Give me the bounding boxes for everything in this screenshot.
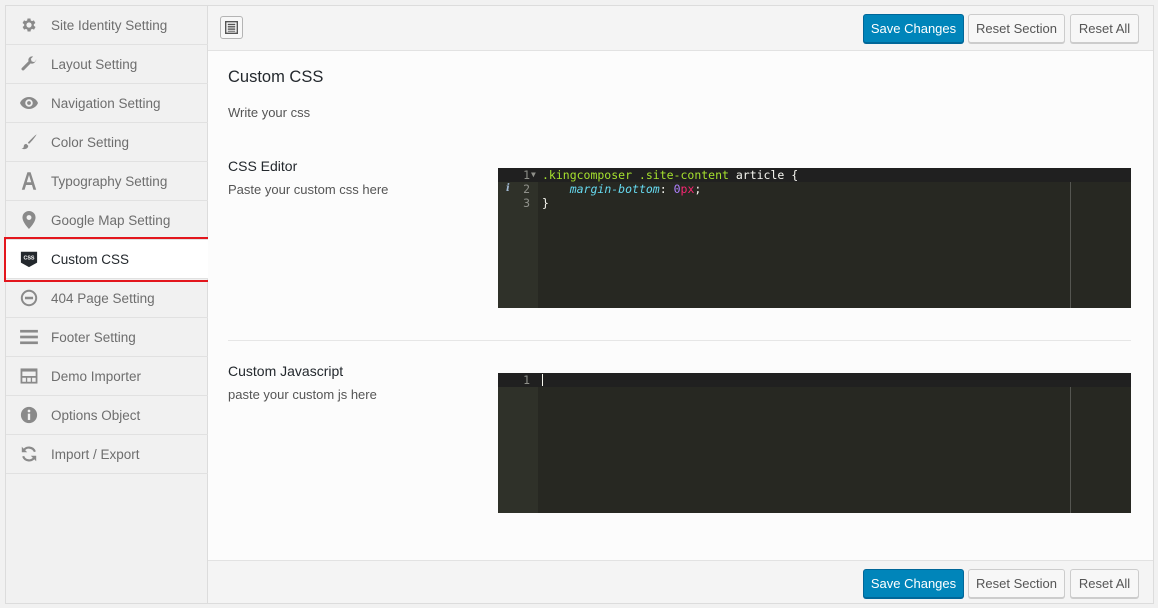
brush-icon <box>19 132 39 152</box>
print-margin <box>1070 387 1071 513</box>
active-line-highlight <box>498 373 1131 387</box>
sidebar-item-label: Google Map Setting <box>51 212 171 228</box>
sidebar-item-color[interactable]: Color Setting <box>6 123 208 162</box>
sidebar-item-404-page[interactable]: 404 Page Setting <box>6 279 208 318</box>
sidebar-item-options-object[interactable]: Options Object <box>6 396 208 435</box>
sidebar-item-label: Typography Setting <box>51 173 168 189</box>
css-selector: .kingcomposer .site-content <box>542 168 729 182</box>
editor-gutter <box>498 373 538 513</box>
minus-circle-icon <box>19 288 39 308</box>
css-selector-rest: article { <box>728 168 799 182</box>
sidebar-item-label: Import / Export <box>51 446 140 462</box>
line-number: 1 <box>523 168 530 182</box>
save-button[interactable]: Save Changes <box>863 14 964 43</box>
eye-icon <box>19 93 39 113</box>
js-editor-description: paste your custom js here <box>228 387 377 402</box>
line-number: 3 <box>523 196 530 210</box>
theme-options-panel: Site Identity Setting Layout Setting Nav… <box>4 5 1154 604</box>
sidebar-item-label: Color Setting <box>51 134 130 150</box>
options-sidebar: Site Identity Setting Layout Setting Nav… <box>6 6 208 603</box>
sidebar-item-label: Demo Importer <box>51 368 142 384</box>
reset-all-button-bottom[interactable]: Reset All <box>1070 569 1139 598</box>
css-colon: : <box>659 182 674 196</box>
sidebar-item-custom-css[interactable]: CSS Custom CSS <box>6 240 208 279</box>
sidebar-item-label: Layout Setting <box>51 56 138 72</box>
sidebar-item-footer[interactable]: Footer Setting <box>6 318 208 357</box>
reset-all-button[interactable]: Reset All <box>1070 14 1139 43</box>
sidebar-item-import-export[interactable]: Import / Export <box>6 435 208 474</box>
save-button-bottom[interactable]: Save Changes <box>863 569 964 598</box>
layout-toggle-icon <box>225 21 238 34</box>
code-line: margin-bottom: 0px; <box>542 182 702 196</box>
gear-icon <box>19 15 39 35</box>
css-code-editor[interactable]: 1 ▼ i 2 3 .kingcomposer .site-content ar… <box>498 168 1131 308</box>
section-description: Write your css <box>228 105 311 120</box>
text-cursor <box>542 374 543 386</box>
code-line: .kingcomposer .site-content article { <box>542 168 798 182</box>
code-line: } <box>542 196 549 210</box>
layout-icon <box>19 366 39 386</box>
sidebar-item-label: Footer Setting <box>51 329 136 345</box>
sidebar-item-label: Site Identity Setting <box>51 17 168 33</box>
map-pin-icon <box>19 210 39 230</box>
sidebar-item-layout[interactable]: Layout Setting <box>6 45 208 84</box>
sidebar-item-label: Navigation Setting <box>51 95 161 111</box>
layout-toggle-button[interactable] <box>220 16 243 39</box>
fold-arrow-icon[interactable]: ▼ <box>531 168 536 182</box>
field-divider <box>228 340 1131 341</box>
typography-icon <box>19 171 39 191</box>
refresh-icon <box>19 444 39 464</box>
sidebar-item-navigation[interactable]: Navigation Setting <box>6 84 208 123</box>
print-margin <box>1070 182 1071 308</box>
css-number: 0 <box>673 182 681 196</box>
bottom-toolbar: Save Changes Reset Section Reset All <box>208 560 1153 603</box>
sidebar-item-google-map[interactable]: Google Map Setting <box>6 201 208 240</box>
sidebar-item-demo-importer[interactable]: Demo Importer <box>6 357 208 396</box>
css-icon: CSS <box>19 249 39 269</box>
info-icon <box>19 405 39 425</box>
css-editor-title: CSS Editor <box>228 158 298 174</box>
sidebar-item-site-identity[interactable]: Site Identity Setting <box>6 6 208 45</box>
sidebar-item-typography[interactable]: Typography Setting <box>6 162 208 201</box>
sidebar-item-label: Options Object <box>51 407 141 423</box>
menu-lines-icon <box>19 327 39 347</box>
top-toolbar: Save Changes Reset Section Reset All <box>208 6 1153 51</box>
sidebar-item-label: Custom CSS <box>51 251 130 267</box>
js-editor-title: Custom Javascript <box>228 363 344 379</box>
css-icon-text: CSS <box>23 255 34 261</box>
line-number: 1 <box>523 373 530 387</box>
wrench-icon <box>19 54 39 74</box>
reset-section-button[interactable]: Reset Section <box>968 14 1065 43</box>
line-number: 2 <box>523 182 530 196</box>
sidebar-item-label: 404 Page Setting <box>51 290 155 306</box>
css-property: margin-bottom <box>569 182 660 196</box>
reset-section-button-bottom[interactable]: Reset Section <box>968 569 1065 598</box>
css-editor-description: Paste your custom css here <box>228 182 389 197</box>
js-code-editor[interactable]: 1 <box>498 373 1131 513</box>
css-unit: px <box>680 182 695 196</box>
css-semicolon: ; <box>694 182 702 196</box>
options-main: Save Changes Reset Section Reset All Cus… <box>208 6 1153 603</box>
section-title: Custom CSS <box>228 68 324 86</box>
